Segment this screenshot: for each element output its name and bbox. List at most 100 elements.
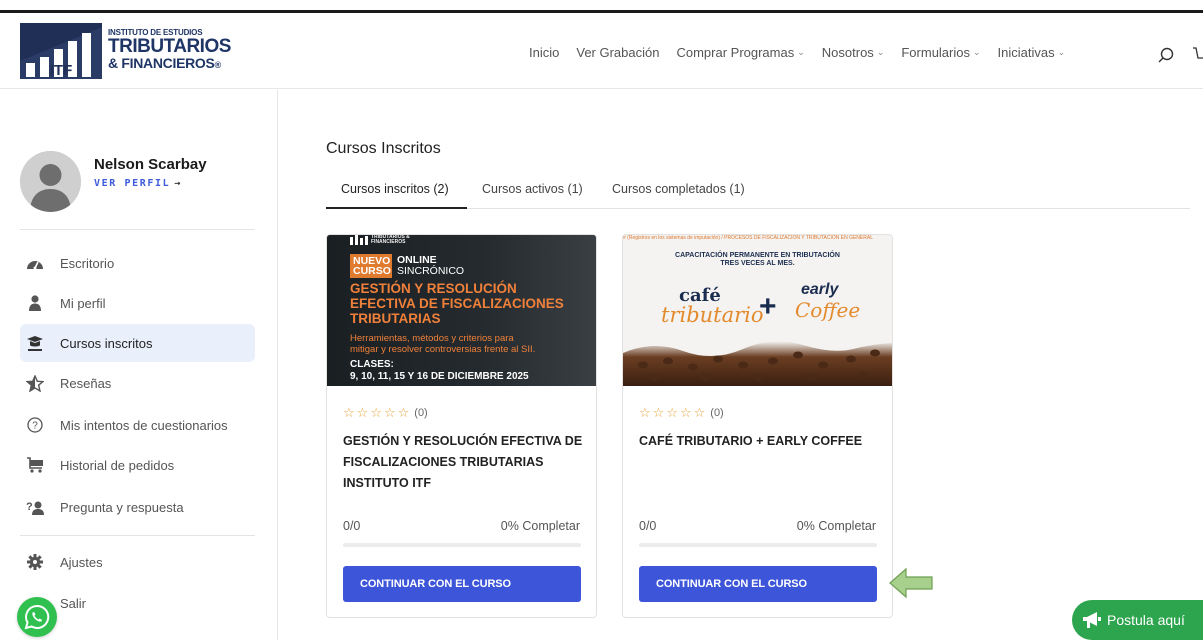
rating-stars: ☆ ☆ ☆ ☆ ☆ (0) <box>343 405 428 421</box>
sidebar-item-label: Ajustes <box>60 554 103 570</box>
view-profile-link[interactable]: VER PERFIL → <box>94 178 180 189</box>
page-title: Cursos Inscritos <box>326 140 441 157</box>
sidebar-item-label: Reseñas <box>60 375 112 391</box>
user-name: Nelson Scarbay <box>94 156 207 173</box>
sidebar-item-label: Historial de pedidos <box>60 457 175 473</box>
star-outline-icon: ☆ <box>693 405 706 420</box>
progress-percent: 0% Completar <box>796 519 876 533</box>
logo-line3: & FINANCIEROS® <box>108 55 221 71</box>
nav-ver-grabacion[interactable]: Ver Grabación <box>576 45 659 60</box>
sidebar-item-pregunta-respuesta[interactable]: ? Pregunta y respuesta <box>20 488 255 526</box>
sidebar-item-historial-pedidos[interactable]: Historial de pedidos <box>20 446 255 484</box>
tab-cursos-activos[interactable]: Cursos activos (1) <box>482 182 583 196</box>
sidebar-item-label: Mi perfil <box>60 295 106 311</box>
user-icon <box>24 294 46 312</box>
logo-text: INSTITUTO DE ESTUDIOS TRIBUTARIOS & FINA… <box>108 28 231 73</box>
sidebar-item-escritorio[interactable]: Escritorio <box>20 244 255 282</box>
sidebar-item-resenas[interactable]: Reseñas <box>20 364 255 402</box>
avatar[interactable] <box>20 151 81 212</box>
nav-nosotros[interactable]: Nosotros ⌄ <box>822 45 885 60</box>
early-word: early <box>801 281 839 298</box>
gear-icon <box>24 553 46 571</box>
sidebar-item-mi-perfil[interactable]: Mi perfil <box>20 284 255 322</box>
star-outline-icon: ☆ <box>343 405 355 420</box>
nav-comprar-programas[interactable]: Comprar Programas ⌄ <box>676 45 804 60</box>
user-avatar-icon <box>20 151 81 212</box>
sidebar-item-ajustes[interactable]: Ajustes <box>20 543 255 581</box>
cart-icon <box>24 456 46 474</box>
rating-count: (0) <box>414 407 428 419</box>
star-outline-icon: ☆ <box>666 405 678 420</box>
search-icon[interactable] <box>1158 47 1174 63</box>
thumbnail-ribbon: # (Registros en los sistemas de imputaci… <box>623 235 873 241</box>
progress-percent: 0% Completar <box>500 519 580 533</box>
continue-course-button[interactable]: CONTINUAR CON EL CURSO <box>639 566 877 602</box>
sidebar-item-label: Cursos inscritos <box>60 335 153 351</box>
sidebar-item-label: Salir <box>60 595 87 611</box>
question-circle-icon: ? <box>24 416 46 434</box>
arrow-right-icon: → <box>174 178 181 189</box>
coffee-word: Coffee <box>795 298 861 322</box>
tab-cursos-inscritos[interactable]: Cursos inscritos (2) <box>341 182 449 196</box>
star-icon <box>24 374 46 392</box>
thumbnail-subtitle: Herramientas, métodos y criterios para m… <box>350 333 536 355</box>
whatsapp-icon <box>24 604 50 630</box>
chevron-down-icon: ⌄ <box>972 47 981 57</box>
chevron-down-icon: ⌄ <box>797 47 805 57</box>
star-outline-icon: ☆ <box>639 405 651 420</box>
cart-icon[interactable] <box>1192 45 1203 63</box>
online-label: ONLINE SINCRÓNICO <box>397 254 465 277</box>
site-logo[interactable]: ITF INSTITUTO DE ESTUDIOS TRIBUTARIOS & … <box>20 23 240 79</box>
progress-count: 0/0 <box>343 519 361 533</box>
logo-line2: TRIBUTARIOS <box>108 36 231 57</box>
rating-stars: ☆ ☆ ☆ ☆ ☆ (0) <box>639 405 724 421</box>
whatsapp-button[interactable] <box>17 597 57 637</box>
star-outline-icon: ☆ <box>652 405 665 420</box>
thumbnail-headline: GESTIÓN Y RESOLUCIÓN EFECTIVA DE FISCALI… <box>350 281 564 326</box>
plus-sign: + <box>759 290 777 323</box>
star-outline-icon: ☆ <box>370 405 382 420</box>
sidebar-item-label: Pregunta y respuesta <box>60 499 184 515</box>
itf-logo-mark: ITF <box>20 23 102 79</box>
postula-label: Postula aquí <box>1107 612 1185 628</box>
progress-bar <box>343 543 581 547</box>
thumbnail-dates: CLASES: 9, 10, 11, 15 Y 16 DE DICIEMBRE … <box>350 359 529 382</box>
sidebar-item-cuestionarios[interactable]: ? Mis intentos de cuestionarios <box>20 406 255 444</box>
star-outline-icon: ☆ <box>383 405 396 420</box>
qa-icon: ? <box>24 498 46 516</box>
nav-formularios[interactable]: Formularios ⌄ <box>901 45 980 60</box>
arrow-left-icon <box>889 567 933 599</box>
course-thumbnail[interactable]: # (Registros en los sistemas de imputaci… <box>623 235 892 386</box>
postula-button[interactable]: Postula aquí <box>1072 600 1203 640</box>
svg-text:?: ? <box>32 421 38 432</box>
tributario-word: tributario <box>661 303 764 327</box>
course-thumbnail[interactable]: TRIBUTARIOS & FINANCIEROS NUEVO CURSO ONL… <box>327 235 596 386</box>
course-title[interactable]: GESTIÓN Y RESOLUCIÓN EFECTIVA DE FISCALI… <box>343 431 588 494</box>
dashboard-icon <box>24 254 46 272</box>
star-outline-icon: ☆ <box>679 405 692 420</box>
progress-bar <box>639 543 877 547</box>
dashboard-sidebar: Nelson Scarbay VER PERFIL → Escritorio Mi… <box>0 90 278 640</box>
nav-iniciativas[interactable]: Iniciativas ⌄ <box>998 45 1066 60</box>
course-tabs: Cursos inscritos (2) Cursos activos (1) … <box>326 182 1190 209</box>
megaphone-icon <box>1082 611 1102 629</box>
coffee-beans-image <box>623 341 892 386</box>
graduation-cap-icon <box>24 334 46 352</box>
svg-text:ITF: ITF <box>50 62 73 79</box>
continue-course-button[interactable]: CONTINUAR CON EL CURSO <box>343 566 581 602</box>
divider <box>20 535 255 536</box>
nav-inicio[interactable]: Inicio <box>529 45 559 60</box>
progress-count: 0/0 <box>639 519 657 533</box>
active-tab-indicator <box>326 207 467 209</box>
rating-count: (0) <box>710 407 724 419</box>
svg-text:?: ? <box>26 501 33 513</box>
site-header: ITF INSTITUTO DE ESTUDIOS TRIBUTARIOS & … <box>0 13 1203 89</box>
divider <box>20 229 255 230</box>
main-nav: Inicio Ver Grabación Comprar Programas ⌄ … <box>529 45 1082 60</box>
sidebar-item-label: Escritorio <box>60 255 115 271</box>
sidebar-item-label: Mis intentos de cuestionarios <box>60 417 228 433</box>
sidebar-item-cursos-inscritos[interactable]: Cursos inscritos <box>20 324 255 362</box>
tab-cursos-completados[interactable]: Cursos completados (1) <box>612 182 745 196</box>
course-title[interactable]: CAFÉ TRIBUTARIO + EARLY COFFEE <box>639 431 884 452</box>
thumbnail-brand: TRIBUTARIOS & FINANCIEROS <box>371 235 410 245</box>
